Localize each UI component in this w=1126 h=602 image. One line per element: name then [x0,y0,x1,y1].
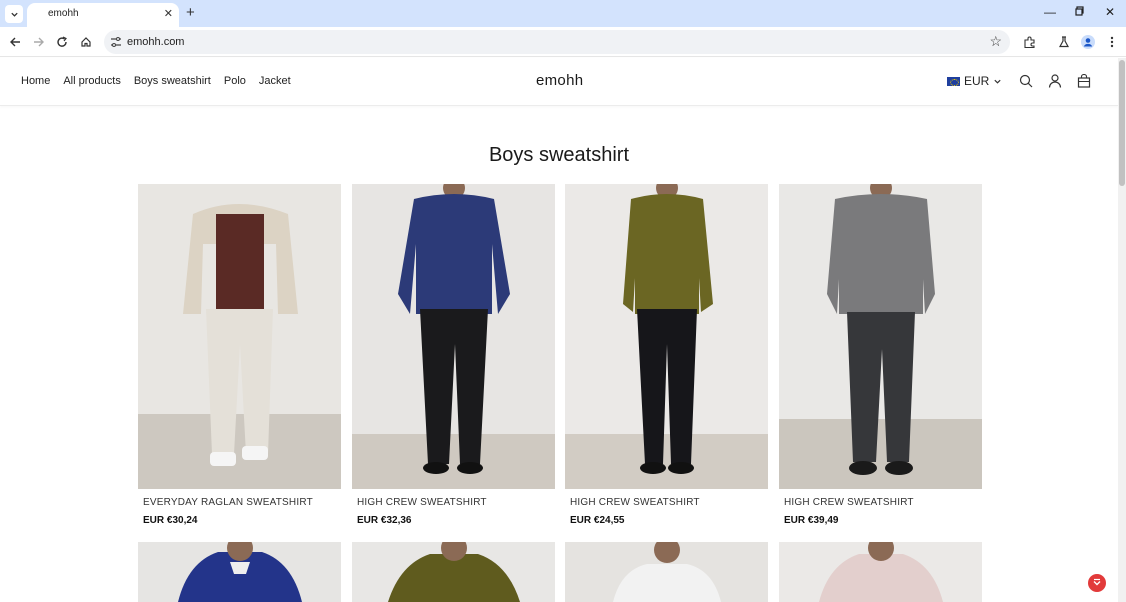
bookmark-star-icon[interactable]: ☆ [989,33,1002,50]
account-icon[interactable] [1048,74,1062,88]
nav-polo[interactable]: Polo [224,75,246,87]
labs-flask-icon[interactable] [1055,33,1073,51]
collection-title: Boys sweatshirt [488,144,630,166]
browser-tab-bar: emohh ✕ + — ✕ [0,0,1126,27]
home-icon[interactable] [77,33,95,51]
url-text: emohh.com [127,36,185,48]
product-image[interactable] [352,184,555,489]
currency-label: EUR [964,74,990,88]
chevron-down-icon [10,12,18,17]
cart-bag-icon[interactable] [1077,74,1091,88]
nav-home[interactable]: Home [21,75,50,87]
tab-search-button[interactable] [5,5,23,23]
minimize-icon[interactable]: — [1042,5,1058,19]
reload-icon[interactable] [53,33,71,51]
product-card[interactable] [352,542,555,602]
search-icon[interactable] [1019,74,1033,88]
product-price: EUR €24,55 [570,515,625,526]
site-header: Home All products Boys sweatshirt Polo J… [0,58,1118,106]
product-name[interactable]: EVERYDAY RAGLAN SWEATSHIRT [143,497,313,508]
chevron-down-icon [994,79,1001,84]
product-image[interactable] [779,542,982,602]
browser-tab[interactable]: emohh ✕ [27,3,179,27]
brand-logo[interactable]: emohh [536,72,583,89]
extensions-icon[interactable] [1020,33,1038,51]
product-name[interactable]: HIGH CREW SWEATSHIRT [357,497,487,508]
product-image[interactable] [138,542,341,602]
chat-icon [1093,578,1101,586]
site-info-icon[interactable] [110,36,122,48]
profile-avatar-icon[interactable] [1079,33,1097,51]
browser-toolbar: emohh.com ☆ [0,27,1126,57]
new-tab-icon[interactable]: + [186,5,195,21]
close-window-icon[interactable]: ✕ [1102,5,1118,19]
main-navigation: Home All products Boys sweatshirt Polo J… [21,75,291,87]
page-scrollbar[interactable] [1118,58,1126,602]
scrollbar-thumb[interactable] [1119,60,1125,186]
nav-jacket[interactable]: Jacket [259,75,291,87]
product-name[interactable]: HIGH CREW SWEATSHIRT [784,497,914,508]
product-image[interactable] [779,184,982,489]
product-image[interactable] [138,184,341,489]
back-icon[interactable] [6,33,24,51]
product-image[interactable] [565,542,768,602]
product-price: EUR €39,49 [784,515,839,526]
product-price: EUR €32,36 [357,515,412,526]
product-card[interactable] [138,542,341,602]
currency-selector[interactable]: EUR [947,74,1002,88]
product-card[interactable] [779,542,982,602]
product-image[interactable] [352,542,555,602]
product-price: EUR €30,24 [143,515,198,526]
product-name[interactable]: HIGH CREW SWEATSHIRT [570,497,700,508]
product-image[interactable] [565,184,768,489]
chat-widget-button[interactable] [1088,574,1106,592]
restore-icon[interactable] [1072,5,1088,19]
eu-flag-icon [947,76,960,86]
product-card[interactable] [565,542,768,602]
address-bar[interactable]: emohh.com ☆ [104,30,1010,54]
nav-boys-sweatshirt[interactable]: Boys sweatshirt [134,75,211,87]
nav-all-products[interactable]: All products [63,75,120,87]
browser-menu-icon[interactable] [1103,33,1121,51]
tab-title: emohh [48,8,79,19]
tab-close-icon[interactable]: ✕ [164,7,173,20]
forward-icon[interactable] [30,33,48,51]
